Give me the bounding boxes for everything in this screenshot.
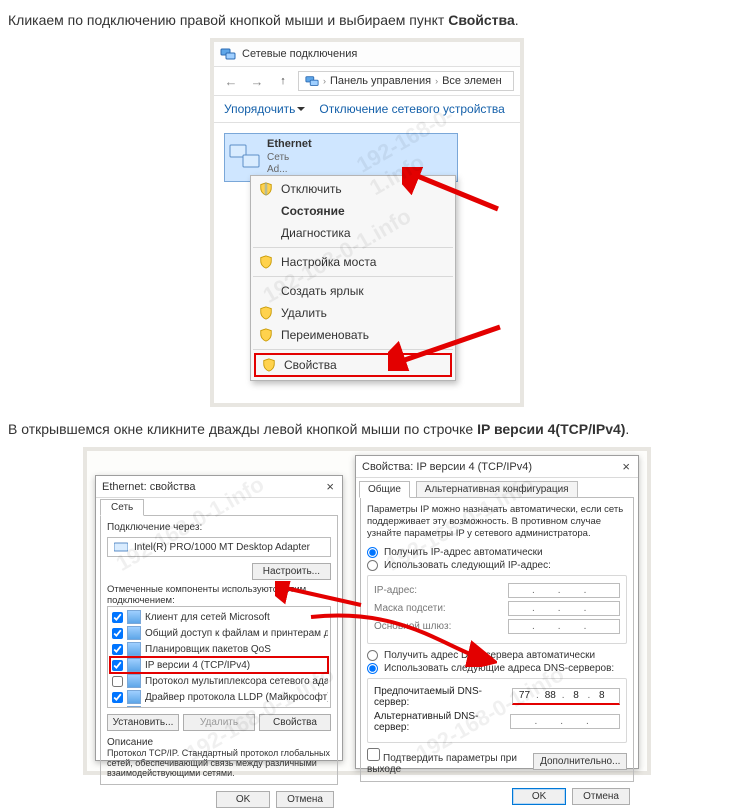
subnet-mask-field: ... bbox=[508, 601, 620, 616]
menu-item-rename[interactable]: Переименовать bbox=[251, 324, 455, 346]
dialog-title-bar: Свойства: IP версии 4 (TCP/IPv4) × bbox=[356, 456, 638, 478]
label-connect-via: Подключение через: bbox=[107, 522, 331, 533]
list-item-ipv4[interactable]: IP версии 4 (TCP/IPv4) bbox=[110, 657, 328, 673]
adapter-sub1: Сеть bbox=[267, 152, 312, 165]
shield-icon bbox=[259, 255, 273, 269]
radio-use-ip[interactable]: Использовать следующий IP-адрес: bbox=[367, 559, 627, 572]
component-icon bbox=[127, 690, 141, 704]
chevron-down-icon bbox=[297, 107, 305, 115]
menu-item-diagnostics[interactable]: Диагностика bbox=[251, 222, 455, 244]
instruction-1: Кликаем по подключению правой кнопкой мы… bbox=[8, 12, 726, 28]
tab-alt-config[interactable]: Альтернативная конфигурация bbox=[416, 481, 578, 498]
network-icon bbox=[220, 46, 236, 62]
menu-item-shortcut[interactable]: Создать ярлык bbox=[251, 280, 455, 302]
component-icon bbox=[127, 706, 141, 708]
dns-octet[interactable] bbox=[565, 689, 588, 702]
advanced-button[interactable]: Дополнительно... bbox=[533, 753, 627, 770]
dns-octet[interactable] bbox=[513, 689, 536, 702]
window-title-bar: Сетевые подключения bbox=[214, 42, 520, 67]
window-body: Ethernet Сеть Ad... Отключить Состояние … bbox=[214, 123, 520, 403]
screenshot-network-connections: Сетевые подключения ← → ↑ › Панель управ… bbox=[210, 38, 524, 407]
menu-item-status[interactable]: Состояние bbox=[251, 200, 455, 222]
monitor-icon bbox=[229, 143, 261, 171]
properties-button[interactable]: Свойства bbox=[259, 714, 331, 731]
cancel-button[interactable]: Отмена bbox=[276, 791, 334, 808]
list-item[interactable]: Планировщик пакетов QoS bbox=[110, 641, 328, 657]
component-icon bbox=[127, 658, 141, 672]
alternate-dns-field[interactable]: ... bbox=[510, 714, 620, 729]
window-title: Сетевые подключения bbox=[242, 48, 357, 60]
ok-button[interactable]: OK bbox=[216, 791, 270, 808]
text: Кликаем по подключению правой кнопкой мы… bbox=[8, 12, 448, 28]
menu-item-bridge[interactable]: Настройка моста bbox=[251, 251, 455, 273]
preferred-dns-field[interactable]: . . . bbox=[512, 688, 620, 705]
nav-bar: ← → ↑ › Панель управления › Все элемен bbox=[214, 67, 520, 96]
shield-icon bbox=[259, 182, 273, 196]
breadcrumb[interactable]: › Панель управления › Все элемен bbox=[298, 71, 514, 91]
network-icon bbox=[305, 74, 319, 88]
disable-device-button[interactable]: Отключение сетевого устройства bbox=[319, 102, 504, 116]
list-item[interactable]: IP версии 6 (TCP/IPv6) bbox=[110, 705, 328, 708]
instruction-2: В открывшемся окне кликните дважды левой… bbox=[8, 421, 726, 437]
nav-up-button[interactable]: ↑ bbox=[272, 70, 294, 92]
ok-button[interactable]: OK bbox=[512, 788, 566, 805]
tab-general[interactable]: Общие bbox=[359, 481, 410, 498]
dialog-title-bar: Ethernet: свойства × bbox=[96, 476, 342, 498]
dialog-ethernet-properties: Ethernet: свойства × Сеть Подключение че… bbox=[95, 475, 343, 761]
radio-auto-dns[interactable]: Получить адрес DNS-сервера автоматически bbox=[367, 649, 627, 662]
organize-menu[interactable]: Упорядочить bbox=[224, 102, 305, 116]
close-button[interactable]: × bbox=[324, 479, 336, 494]
radio-auto-ip[interactable]: Получить IP-адрес автоматически bbox=[367, 546, 627, 559]
nic-icon bbox=[114, 541, 128, 553]
components-label: Отмеченные компоненты используются этим … bbox=[107, 584, 331, 606]
list-item[interactable]: Клиент для сетей Microsoft bbox=[110, 609, 328, 625]
tab-network[interactable]: Сеть bbox=[100, 499, 144, 516]
component-icon bbox=[127, 642, 141, 656]
dns-octet[interactable] bbox=[589, 715, 612, 728]
menu-item-properties[interactable]: Свойства bbox=[254, 353, 452, 377]
dns-octet[interactable] bbox=[563, 715, 586, 728]
gateway-field: ... bbox=[508, 619, 620, 634]
toolbar: Упорядочить Отключение сетевого устройст… bbox=[214, 96, 520, 123]
install-button[interactable]: Установить... bbox=[107, 714, 179, 731]
menu-item-delete[interactable]: Удалить bbox=[251, 302, 455, 324]
nav-forward-button[interactable]: → bbox=[246, 70, 268, 92]
dns-octet[interactable] bbox=[590, 689, 613, 702]
description-text: Протокол TCP/IP. Стандартный протокол гл… bbox=[107, 748, 331, 778]
dns-octet[interactable] bbox=[511, 715, 534, 728]
menu-item-disable[interactable]: Отключить bbox=[251, 178, 455, 200]
dns-octet[interactable] bbox=[539, 689, 562, 702]
component-icon bbox=[127, 610, 141, 624]
configure-button[interactable]: Настроить... bbox=[252, 563, 331, 580]
list-item[interactable]: Протокол мультиплексора сетевого адаптер… bbox=[110, 673, 328, 689]
adapter-selector[interactable]: Intel(R) PRO/1000 MT Desktop Adapter bbox=[107, 537, 331, 557]
ip-description: Параметры IP можно назначать автоматичес… bbox=[367, 504, 627, 540]
radio-use-dns[interactable]: Использовать следующие адреса DNS-сервер… bbox=[367, 662, 627, 675]
shield-icon bbox=[259, 328, 273, 342]
shield-icon bbox=[259, 306, 273, 320]
close-button[interactable]: × bbox=[620, 459, 632, 474]
screenshot-properties-dialogs: Ethernet: свойства × Сеть Подключение че… bbox=[83, 447, 651, 775]
shield-icon bbox=[262, 358, 276, 372]
dialog-ipv4-properties: Свойства: IP версии 4 (TCP/IPv4) × Общие… bbox=[355, 455, 639, 769]
component-icon bbox=[127, 626, 141, 640]
remove-button[interactable]: Удалить bbox=[183, 714, 255, 731]
description-label: Описание bbox=[107, 737, 331, 748]
component-icon bbox=[127, 674, 141, 688]
bold: Свойства bbox=[448, 12, 515, 28]
cancel-button[interactable]: Отмена bbox=[572, 788, 630, 805]
list-item[interactable]: Драйвер протокола LLDP (Майкрософт) bbox=[110, 689, 328, 705]
adapter-name: Ethernet bbox=[267, 138, 312, 152]
list-item[interactable]: Общий доступ к файлам и принтерам для се… bbox=[110, 625, 328, 641]
context-menu: Отключить Состояние Диагностика Настройк… bbox=[250, 175, 456, 381]
ip-address-field: ... bbox=[508, 583, 620, 598]
nav-back-button[interactable]: ← bbox=[220, 70, 242, 92]
components-list[interactable]: Клиент для сетей Microsoft Общий доступ … bbox=[107, 606, 331, 708]
dns-octet[interactable] bbox=[537, 715, 560, 728]
